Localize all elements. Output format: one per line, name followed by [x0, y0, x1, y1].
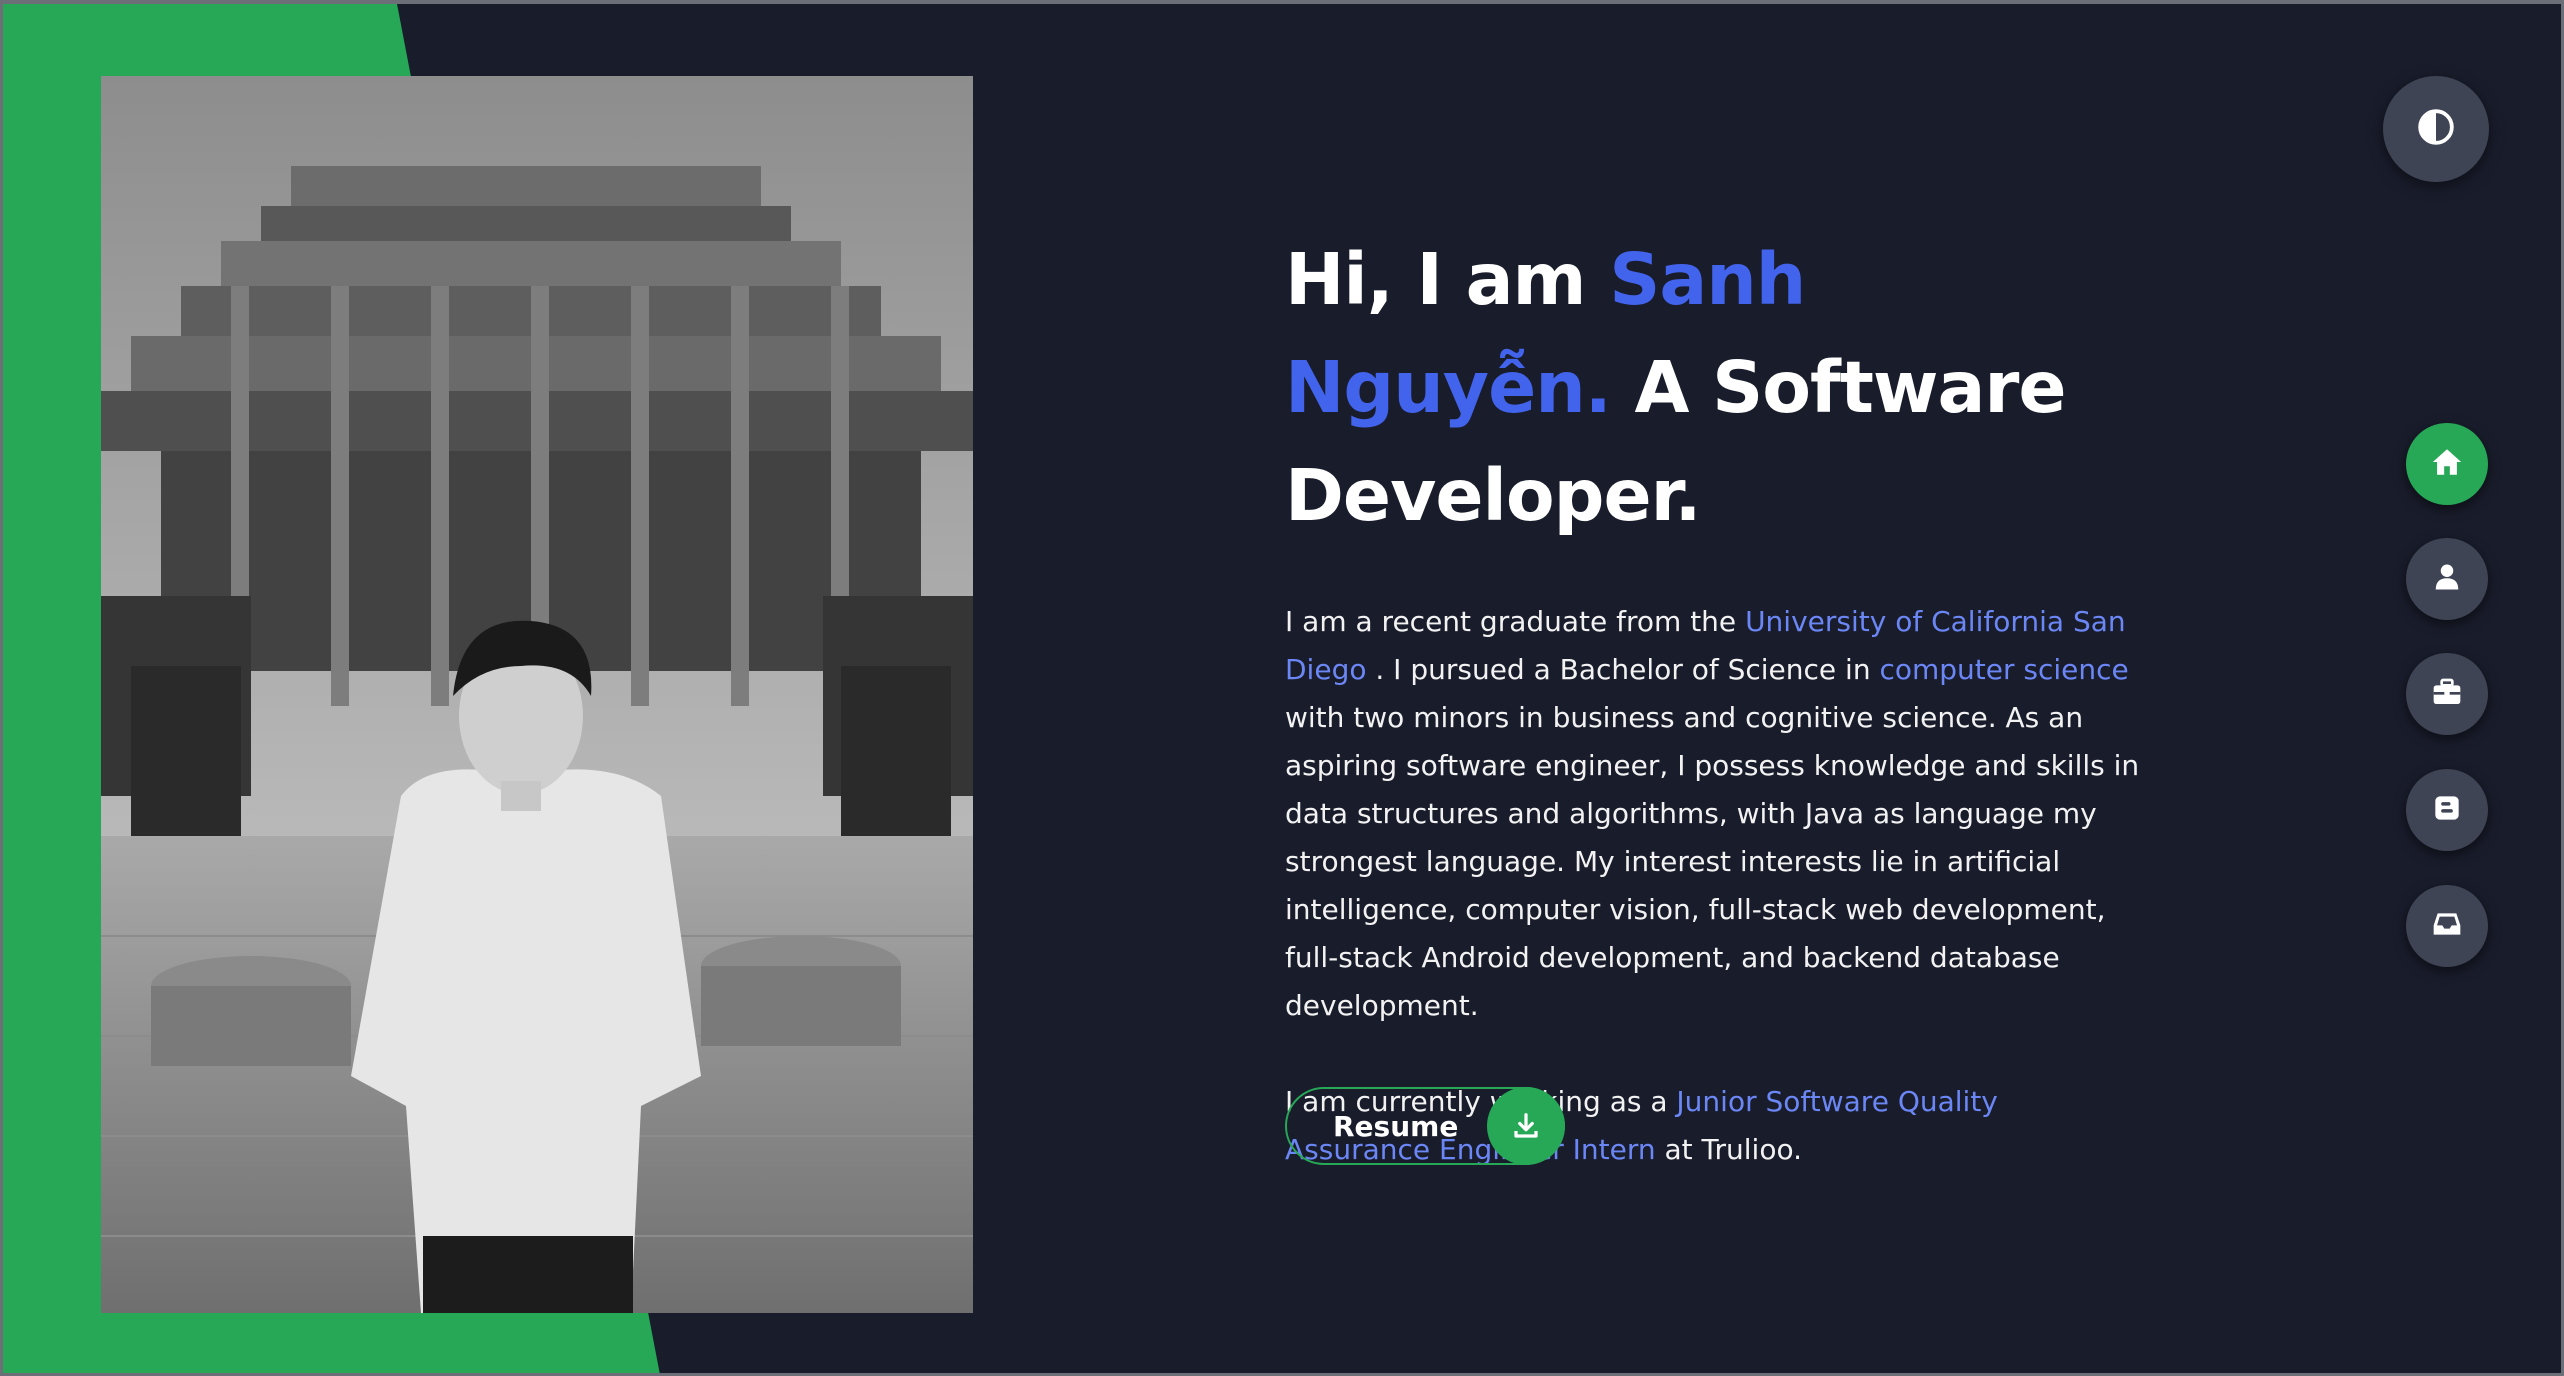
nav-portfolio-button[interactable]	[2406, 653, 2488, 735]
user-icon	[2432, 562, 2462, 596]
computer-science-link[interactable]: computer science	[1879, 653, 2128, 686]
nav-contact-button[interactable]	[2406, 885, 2488, 967]
nav-home-button[interactable]	[2406, 423, 2488, 505]
contrast-half-circle-icon	[2417, 108, 2455, 150]
heading-prefix: Hi, I am	[1285, 238, 1610, 321]
page: Hi, I am Sanh Nguyễn. A Software Develop…	[0, 0, 2564, 1376]
nav-blog-button[interactable]	[2406, 769, 2488, 851]
bio-paragraph: I am a recent graduate from the Universi…	[1285, 598, 2145, 1030]
bio-text-2: . I pursued a Bachelor of Science in	[1366, 653, 1880, 686]
download-icon	[1487, 1087, 1565, 1165]
inbox-icon	[2431, 908, 2463, 944]
briefcase-icon	[2431, 676, 2463, 712]
bio-text-3: with two minors in business and cognitiv…	[1285, 701, 2140, 1022]
theme-toggle-button[interactable]	[2383, 76, 2489, 182]
blog-icon	[2433, 794, 2461, 826]
intro-section: Hi, I am Sanh Nguyễn. A Software Develop…	[1285, 226, 2145, 1174]
hero-heading: Hi, I am Sanh Nguyễn. A Software Develop…	[1285, 226, 2145, 550]
bio-text-1: I am a recent graduate from the	[1285, 605, 1746, 638]
job-text-2: at Trulioo.	[1655, 1133, 1803, 1166]
resume-button[interactable]: Resume	[1285, 1087, 1565, 1165]
profile-photo	[101, 76, 973, 1313]
home-icon	[2430, 445, 2464, 483]
resume-label: Resume	[1333, 1109, 1459, 1143]
nav-about-button[interactable]	[2406, 538, 2488, 620]
